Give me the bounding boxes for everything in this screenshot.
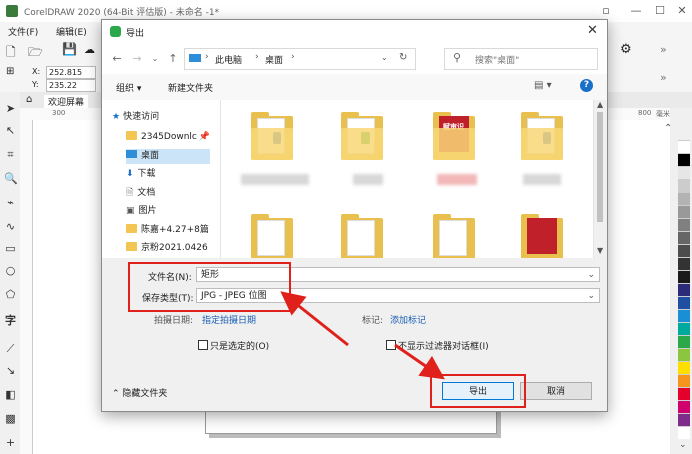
annotation-arrows (280, 291, 445, 380)
arrow-to-export (394, 343, 445, 380)
arrow-to-filetype (280, 291, 349, 347)
